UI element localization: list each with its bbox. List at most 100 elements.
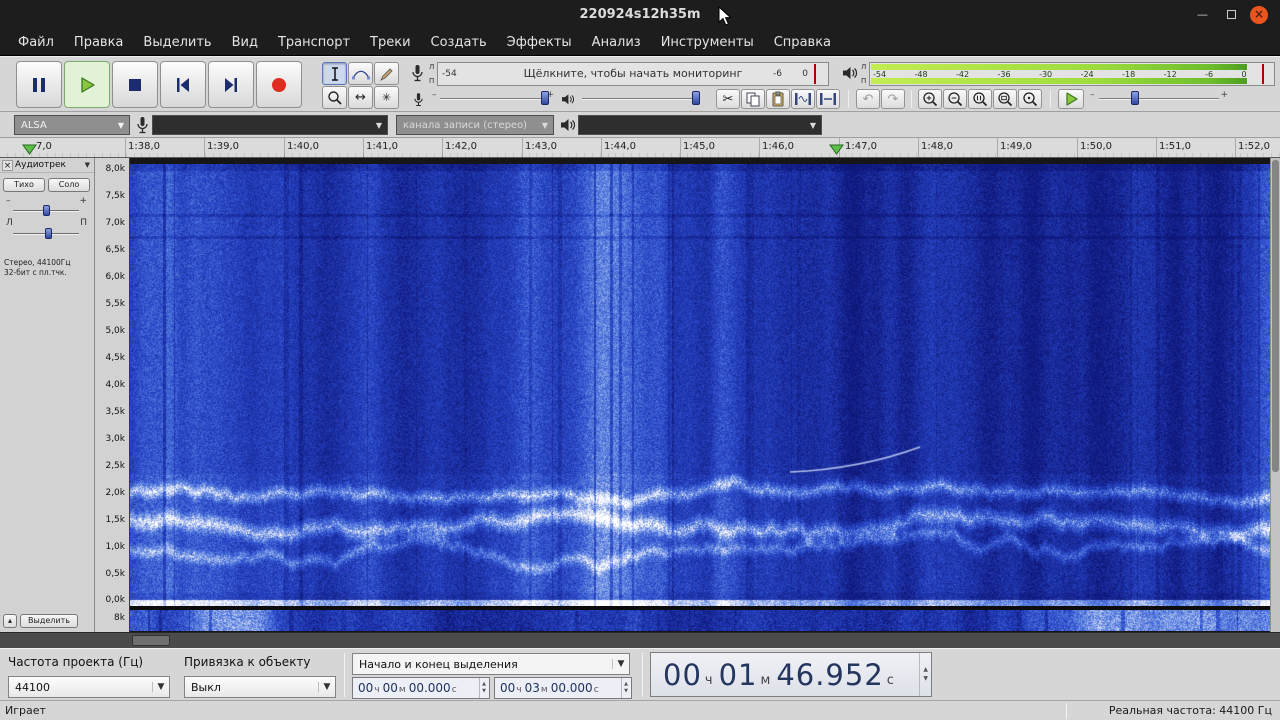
audio-position-display[interactable]: 00 ч 01 м 46.952 с ▲ ▼	[650, 652, 932, 697]
timeline-label: 1:52,0	[1238, 141, 1270, 152]
playback-meter[interactable]: ЛП -54 -48 -42 -36 -30 -24 -18 -12 -6 0	[860, 62, 1275, 86]
skip-start-button[interactable]	[160, 61, 206, 108]
cut-button[interactable]: ✂	[716, 89, 740, 109]
selection-range-mode-combo[interactable]: Начало и конец выделения ▼	[352, 653, 630, 675]
gain-slider[interactable]	[13, 205, 79, 217]
freq-label: 7,0k	[105, 218, 125, 228]
multi-tool-button[interactable]: ✳	[374, 86, 399, 109]
track-close-button[interactable]: ×	[2, 160, 13, 171]
playback-speed-slider[interactable]: – +	[1090, 88, 1228, 108]
vertical-scrollbar-thumb[interactable]	[1272, 160, 1279, 472]
spectrogram-channel-1[interactable]	[130, 164, 1270, 606]
undo-button[interactable]: ↶	[856, 89, 880, 109]
track-control-panel[interactable]: × Аудиотрек ▼ Тихо Соло – + Л П Стерео, …	[0, 158, 95, 632]
copy-button[interactable]	[741, 89, 765, 109]
gain-thumb[interactable]	[42, 205, 50, 216]
pan-thumb[interactable]	[44, 228, 52, 239]
timeline-ruler[interactable]: 7,0 1:38,0 1:39,0 1:40,0 1:41,0 1:42,0 1…	[0, 138, 1280, 158]
frequency-ruler[interactable]: 8,0k 7,5k 7,0k 6,5k 6,0k 5,5k 5,0k 4,5k …	[95, 158, 130, 632]
zoom-in-button[interactable]	[918, 89, 942, 109]
selection-end-field[interactable]: 00 ч 03 м 00.000 с ▲ ▼	[494, 677, 632, 699]
menu-generate[interactable]: Создать	[421, 32, 497, 53]
spinner-icon[interactable]: ▲ ▼	[621, 678, 630, 698]
title-bar[interactable]: 220924s12h35m — ×	[0, 0, 1280, 30]
silence-button[interactable]	[816, 89, 840, 109]
vertical-scrollbar[interactable]	[1270, 158, 1280, 632]
output-device-combo[interactable]: ▼	[578, 115, 822, 135]
track-menu-chevron-icon[interactable]: ▼	[85, 161, 90, 169]
mute-button[interactable]: Тихо	[3, 178, 45, 192]
minimize-button[interactable]: —	[1197, 9, 1208, 20]
selection-start-field[interactable]: 00 ч 00 м 00.000 с ▲ ▼	[352, 677, 490, 699]
zoom-tool-button[interactable]	[322, 86, 347, 109]
zoom-selection-button[interactable]	[968, 89, 992, 109]
pan-left-label: Л	[6, 218, 13, 228]
zoom-fit-button[interactable]	[993, 89, 1017, 109]
recording-volume-thumb[interactable]	[540, 91, 549, 105]
paste-button[interactable]	[766, 89, 790, 109]
snap-to-combo[interactable]: Выкл ▼	[184, 676, 336, 698]
menu-file[interactable]: Файл	[8, 32, 64, 53]
menu-edit[interactable]: Правка	[64, 32, 133, 53]
horizontal-scrollbar-thumb[interactable]	[132, 635, 170, 646]
play-button[interactable]	[64, 61, 110, 108]
spinner-icon[interactable]: ▲ ▼	[479, 678, 488, 698]
play-at-speed-button[interactable]	[1058, 89, 1084, 109]
project-rate-combo[interactable]: 44100 ▼	[8, 676, 170, 698]
chevron-down-icon: ▼	[117, 120, 125, 130]
track-collapse-button[interactable]: ▴	[3, 614, 17, 628]
selection-range-mode-value: Начало и конец выделения	[359, 657, 518, 671]
paste-icon	[772, 91, 784, 107]
solo-button[interactable]: Соло	[48, 178, 90, 192]
playback-volume-slider[interactable]	[578, 88, 702, 108]
pan-slider[interactable]	[13, 228, 79, 240]
minus-label: –	[432, 90, 437, 100]
recording-volume-slider[interactable]: – +	[430, 88, 556, 108]
track-select-button[interactable]: Выделить	[20, 614, 78, 628]
menu-tools[interactable]: Инструменты	[651, 32, 764, 53]
undo-icon: ↶	[862, 91, 874, 107]
freq-label: 6,0k	[105, 272, 125, 282]
trim-icon	[795, 93, 811, 105]
spectrogram-channel-2[interactable]	[130, 610, 1270, 631]
menu-effects[interactable]: Эффекты	[497, 32, 582, 53]
timeline-label: 1:40,0	[287, 141, 319, 152]
maximize-button[interactable]	[1227, 10, 1236, 19]
horizontal-scrollbar[interactable]	[0, 632, 1280, 648]
trim-button[interactable]	[791, 89, 815, 109]
record-channels-combo[interactable]: канала записи (стерео) ▼	[396, 115, 554, 135]
playback-volume-thumb[interactable]	[692, 91, 701, 105]
freq-label: 1,0k	[105, 542, 125, 552]
playback-speed-thumb[interactable]	[1131, 91, 1140, 105]
skip-end-icon	[225, 77, 237, 92]
draw-tool-button[interactable]	[374, 62, 399, 85]
zoom-fit-icon	[998, 92, 1013, 107]
menu-transport[interactable]: Транспорт	[268, 32, 360, 53]
zoom-out-button[interactable]	[943, 89, 967, 109]
recording-meter[interactable]: ЛП -54 Щёлкните, чтобы начать мониторинг…	[428, 62, 829, 86]
stop-button[interactable]	[112, 61, 158, 108]
menu-select[interactable]: Выделить	[133, 32, 221, 53]
record-button[interactable]	[256, 61, 302, 108]
freq-label: 5,0k	[105, 326, 125, 336]
input-device-combo[interactable]: ▼	[152, 115, 388, 135]
menu-analyze[interactable]: Анализ	[582, 32, 651, 53]
zoom-toggle-button[interactable]	[1018, 89, 1042, 109]
zoom-out-icon	[948, 92, 963, 107]
menu-help[interactable]: Справка	[764, 32, 841, 53]
skip-end-button[interactable]	[208, 61, 254, 108]
menu-view[interactable]: Вид	[222, 32, 268, 53]
timeshift-tool-button[interactable]: ↔	[348, 86, 373, 109]
audio-host-combo[interactable]: ALSA ▼	[14, 115, 130, 135]
menu-tracks[interactable]: Треки	[360, 32, 421, 53]
pause-button[interactable]	[16, 61, 62, 108]
record-icon	[272, 77, 286, 92]
playhead-marker[interactable]	[829, 140, 844, 159]
playhead-marker[interactable]	[22, 140, 37, 159]
envelope-tool-button[interactable]	[348, 62, 373, 85]
selection-tool-button[interactable]	[322, 62, 347, 85]
track-header[interactable]: × Аудиотрек ▼	[0, 158, 94, 173]
redo-button[interactable]: ↷	[881, 89, 905, 109]
close-button[interactable]: ×	[1250, 6, 1268, 24]
spinner-icon[interactable]: ▲ ▼	[919, 653, 931, 696]
